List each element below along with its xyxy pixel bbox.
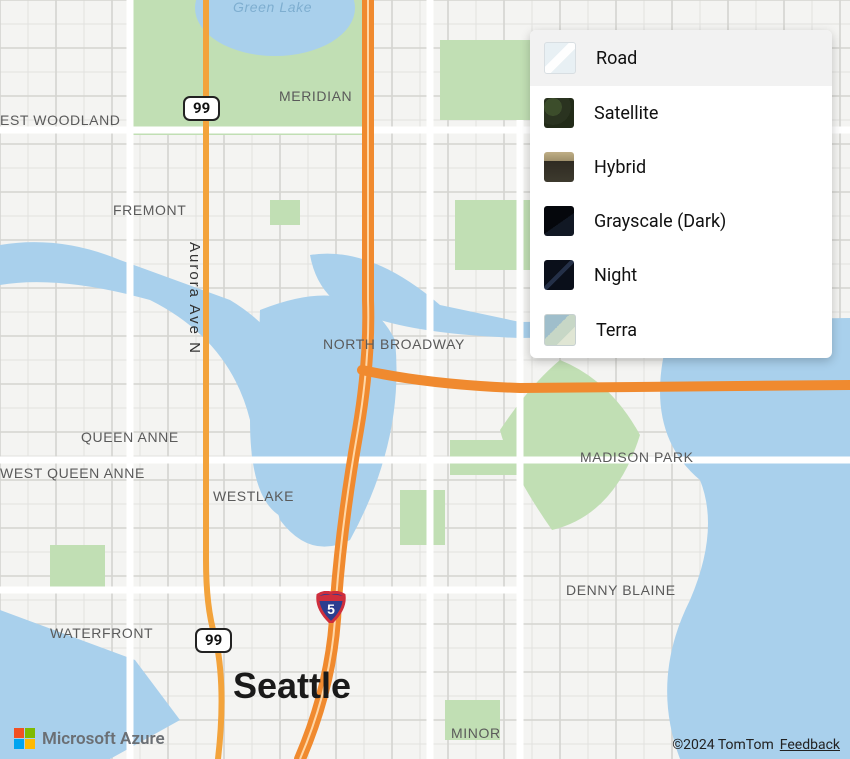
copyright-attribution: ©2024 TomTom Feedback	[672, 737, 840, 753]
style-option-label: Road	[596, 48, 637, 69]
shield-sr99-south: 99	[195, 628, 232, 653]
label-fremont: FREMONT	[113, 202, 186, 218]
style-option-label: Hybrid	[594, 157, 646, 178]
grayscale-thumb-icon	[544, 206, 574, 236]
road-thumb-icon	[544, 42, 576, 74]
label-north-broadway: NORTH BROADWAY	[323, 336, 465, 352]
style-option-label: Terra	[596, 320, 637, 341]
copyright-text: ©2024 TomTom	[672, 737, 774, 753]
style-option-road[interactable]: Road	[530, 30, 832, 86]
water-label: Green Lake	[233, 0, 312, 15]
label-queen-anne: QUEEN ANNE	[81, 429, 179, 445]
satellite-thumb-icon	[544, 98, 574, 128]
label-denny-blaine: DENNY BLAINE	[566, 582, 676, 598]
style-option-hybrid[interactable]: Hybrid	[530, 140, 832, 194]
style-option-label: Satellite	[594, 103, 658, 124]
label-westlake: WESTLAKE	[213, 488, 294, 504]
style-option-label: Night	[594, 265, 637, 286]
feedback-link[interactable]: Feedback	[780, 737, 840, 753]
city-label-seattle: Seattle	[233, 665, 351, 707]
brand-attribution: Microsoft Azure	[14, 728, 165, 749]
label-west-queen-anne: WEST QUEEN ANNE	[0, 465, 145, 481]
microsoft-logo-icon	[14, 728, 35, 749]
label-waterfront: WATERFRONT	[50, 625, 153, 641]
label-aurora-ave: Aurora Ave N	[186, 242, 203, 355]
map-style-picker: Road Satellite Hybrid Grayscale (Dark) N…	[530, 30, 832, 358]
hybrid-thumb-icon	[544, 152, 574, 182]
brand-text: Microsoft Azure	[42, 729, 165, 749]
label-madison-park: MADISON PARK	[580, 449, 694, 465]
svg-text:5: 5	[327, 601, 335, 617]
label-minor: MINOR	[451, 725, 501, 741]
label-meridian: MERIDIAN	[279, 88, 352, 104]
style-option-night[interactable]: Night	[530, 248, 832, 302]
terra-thumb-icon	[544, 314, 576, 346]
style-option-label: Grayscale (Dark)	[594, 211, 726, 232]
style-option-satellite[interactable]: Satellite	[530, 86, 832, 140]
label-est-woodland: EST WOODLAND	[0, 112, 121, 128]
shield-i5: 5	[316, 591, 346, 623]
night-thumb-icon	[544, 260, 574, 290]
shield-sr99-north: 99	[183, 96, 220, 121]
style-option-grayscale-dark[interactable]: Grayscale (Dark)	[530, 194, 832, 248]
style-option-terra[interactable]: Terra	[530, 302, 832, 358]
